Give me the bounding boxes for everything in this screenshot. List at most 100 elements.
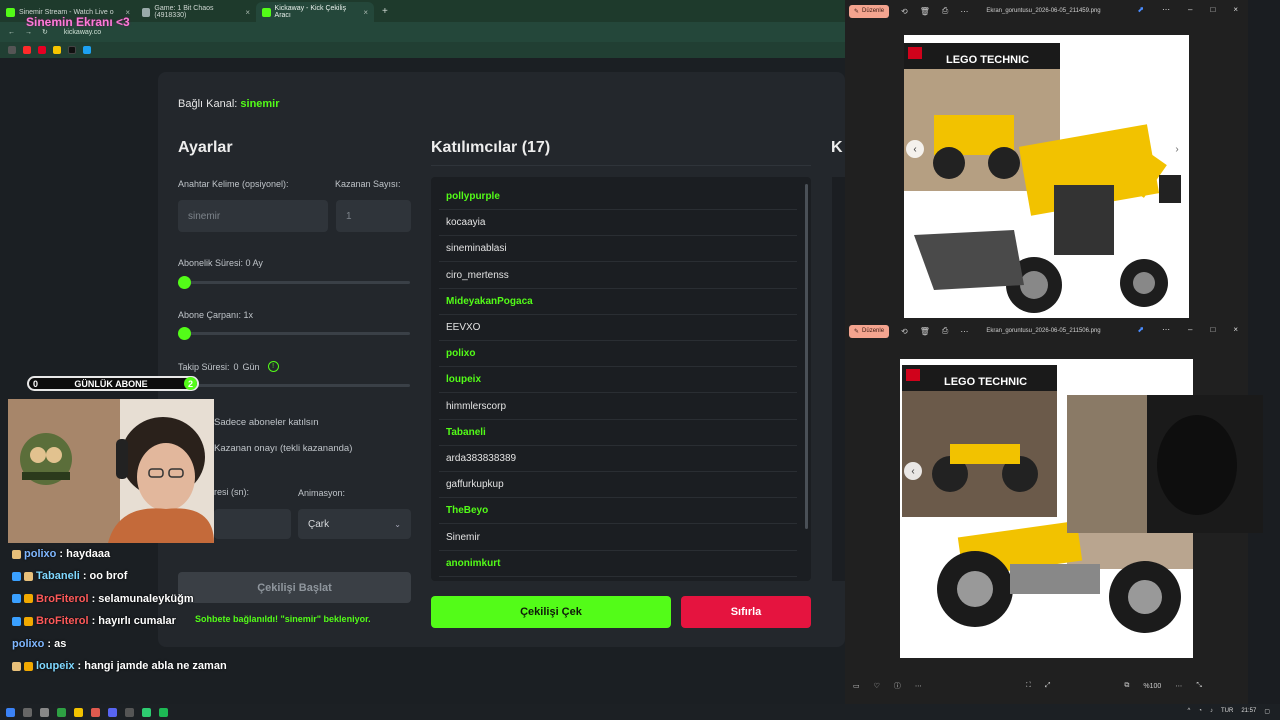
more-icon[interactable]: ⋯ [960,327,968,336]
next-image-button[interactable]: › [1168,140,1186,158]
favorite-icon[interactable]: ♡ [874,682,880,690]
print-icon[interactable]: ⎙ [942,326,948,336]
more-icon[interactable]: ⋯ [1175,682,1182,690]
windows-taskbar: ^ ◔ ♪ TUR 21:57 ▢ [0,704,1280,720]
url-field[interactable]: kickaway.co [64,29,101,36]
maximize-icon[interactable]: □ [1210,5,1215,14]
share-icon[interactable]: ⬈ [1137,5,1144,14]
apps-icon[interactable] [8,46,16,54]
participant-row: Sinemir [439,525,797,551]
search-icon[interactable] [23,707,32,717]
sub-multiplier-thumb[interactable] [178,327,191,340]
crop-icon[interactable]: ⧉ [1124,682,1129,690]
app-icon[interactable] [57,707,66,717]
language-indicator[interactable]: TUR [1221,708,1233,715]
follow-duration-slider[interactable] [178,384,410,387]
chat-message: loupeix: hangi jamde abla ne zaman [12,660,227,672]
tab-kickaway[interactable]: Kickaway - Kick Çekiliş Aracı × [256,2,374,22]
close-icon[interactable]: × [1233,5,1238,14]
pinterest-icon[interactable] [38,46,46,54]
info-icon[interactable]: ! [267,361,279,372]
reload-icon[interactable]: ↻ [42,28,48,36]
box-brand-text: LEGO TECHNIC [944,376,1027,388]
discord-icon[interactable] [108,707,117,717]
delete-icon[interactable]: 🗑 [920,7,930,16]
back-icon[interactable]: ← [8,29,15,36]
close-icon[interactable]: × [245,8,250,17]
forward-icon[interactable]: → [25,29,32,36]
rotate-icon[interactable]: ⟲ [901,7,908,16]
sub-duration-slider[interactable] [178,281,410,284]
duration-input[interactable] [214,509,291,539]
twitter-icon[interactable] [83,46,91,54]
tiktok-icon[interactable] [68,46,76,54]
windows-start-icon[interactable] [6,707,15,717]
tab-game[interactable]: Game: 1 Bit Chaos (4918330) × [136,2,256,22]
fit-icon[interactable]: ⛶ [1026,682,1031,690]
participant-row: TheBeyo [439,498,797,525]
viewer-bottom-bar: ▭ ♡ ⓘ ⋯ ⛶ ⤢ ⧉ %100 ⋯ ⤡ [845,675,1248,697]
file-explorer-icon[interactable] [74,707,83,717]
network-icon[interactable]: ◔ [1198,708,1202,715]
connected-channel: Bağlı Kanal: sinemir [178,98,280,110]
third-column-title: K [831,139,843,156]
bookmark-icon[interactable] [53,46,61,54]
sub-duration-thumb[interactable] [178,276,191,289]
obs-icon[interactable] [125,707,134,717]
edit-button[interactable]: ✎ Düzenle [849,4,890,18]
zoom-level[interactable]: %100 [1143,683,1161,690]
close-icon[interactable]: × [1233,325,1238,334]
spotify-icon[interactable] [159,707,168,717]
delete-icon[interactable]: 🗑 [920,327,930,336]
daily-sub-goal: 0 GÜNLÜK ABONE 2 [27,376,199,391]
participant-row: MideyakanPogaca [439,289,797,315]
maximize-icon[interactable]: □ [1210,325,1215,334]
participants-scrollbar[interactable] [805,184,808,529]
print-icon[interactable]: ⎙ [942,6,948,16]
more-icon[interactable]: ⋯ [960,7,968,16]
minimize-icon[interactable]: – [1188,5,1192,14]
chat-username: polixo [24,548,57,560]
follow-value: 0 [233,361,239,372]
chevron-up-icon[interactable]: ^ [1188,708,1191,715]
fullscreen-icon[interactable]: ⤡ [1196,682,1202,690]
youtube-icon[interactable] [23,46,31,54]
info-icon[interactable]: ⓘ [894,681,901,691]
new-tab-icon[interactable]: + [382,6,388,17]
share-icon[interactable]: ⬈ [1137,325,1144,334]
participant-row: anonimkurt [439,551,797,577]
volume-icon[interactable]: ♪ [1210,708,1213,715]
animation-select[interactable]: Çark ⌄ [298,509,411,539]
start-giveaway-button[interactable]: Çekilişi Başlat [178,572,411,603]
notification-icon[interactable]: ▢ [1264,708,1270,715]
filmstrip-icon[interactable]: ▭ [853,682,860,690]
app-icon[interactable] [142,707,151,717]
actual-size-icon[interactable]: ⤢ [1045,682,1051,690]
keyword-input[interactable]: sinemir [178,200,328,232]
viewer-filename: Ekran_goruntusu_2026-06-05_211506.png [986,328,1101,334]
chat-badge-icon [12,661,21,671]
previous-image-button[interactable]: ‹ [906,140,924,158]
clock[interactable]: 21:57 [1241,708,1256,715]
duration-label: resi (sn): [214,487,250,497]
box-brand-text: LEGO TECHNIC [946,54,1029,66]
task-view-icon[interactable] [40,707,49,717]
more-icon[interactable]: ⋯ [1162,5,1170,14]
subs-only-label: Sadece aboneler katılsın [214,417,319,428]
close-icon[interactable]: × [363,8,368,17]
draw-winner-button[interactable]: Çekilişi Çek [431,596,671,628]
more-icon[interactable]: ⋯ [1162,325,1170,334]
browser-icon[interactable] [91,707,100,717]
reset-button[interactable]: Sıfırla [681,596,811,628]
follow-label: Takip Süresi: [178,361,230,372]
webcam-feed [8,399,214,543]
previous-image-button[interactable]: ‹ [904,462,922,480]
more-icon[interactable]: ⋯ [915,682,922,690]
sub-goal-label: GÜNLÜK ABONE [74,378,148,389]
edit-button[interactable]: ✎ Düzenle [849,324,890,338]
sub-multiplier-slider[interactable] [178,332,410,335]
chat-message: polixo: as [12,638,66,650]
rotate-icon[interactable]: ⟲ [901,327,908,336]
minimize-icon[interactable]: – [1188,325,1192,334]
winners-input[interactable]: 1 [336,200,411,232]
